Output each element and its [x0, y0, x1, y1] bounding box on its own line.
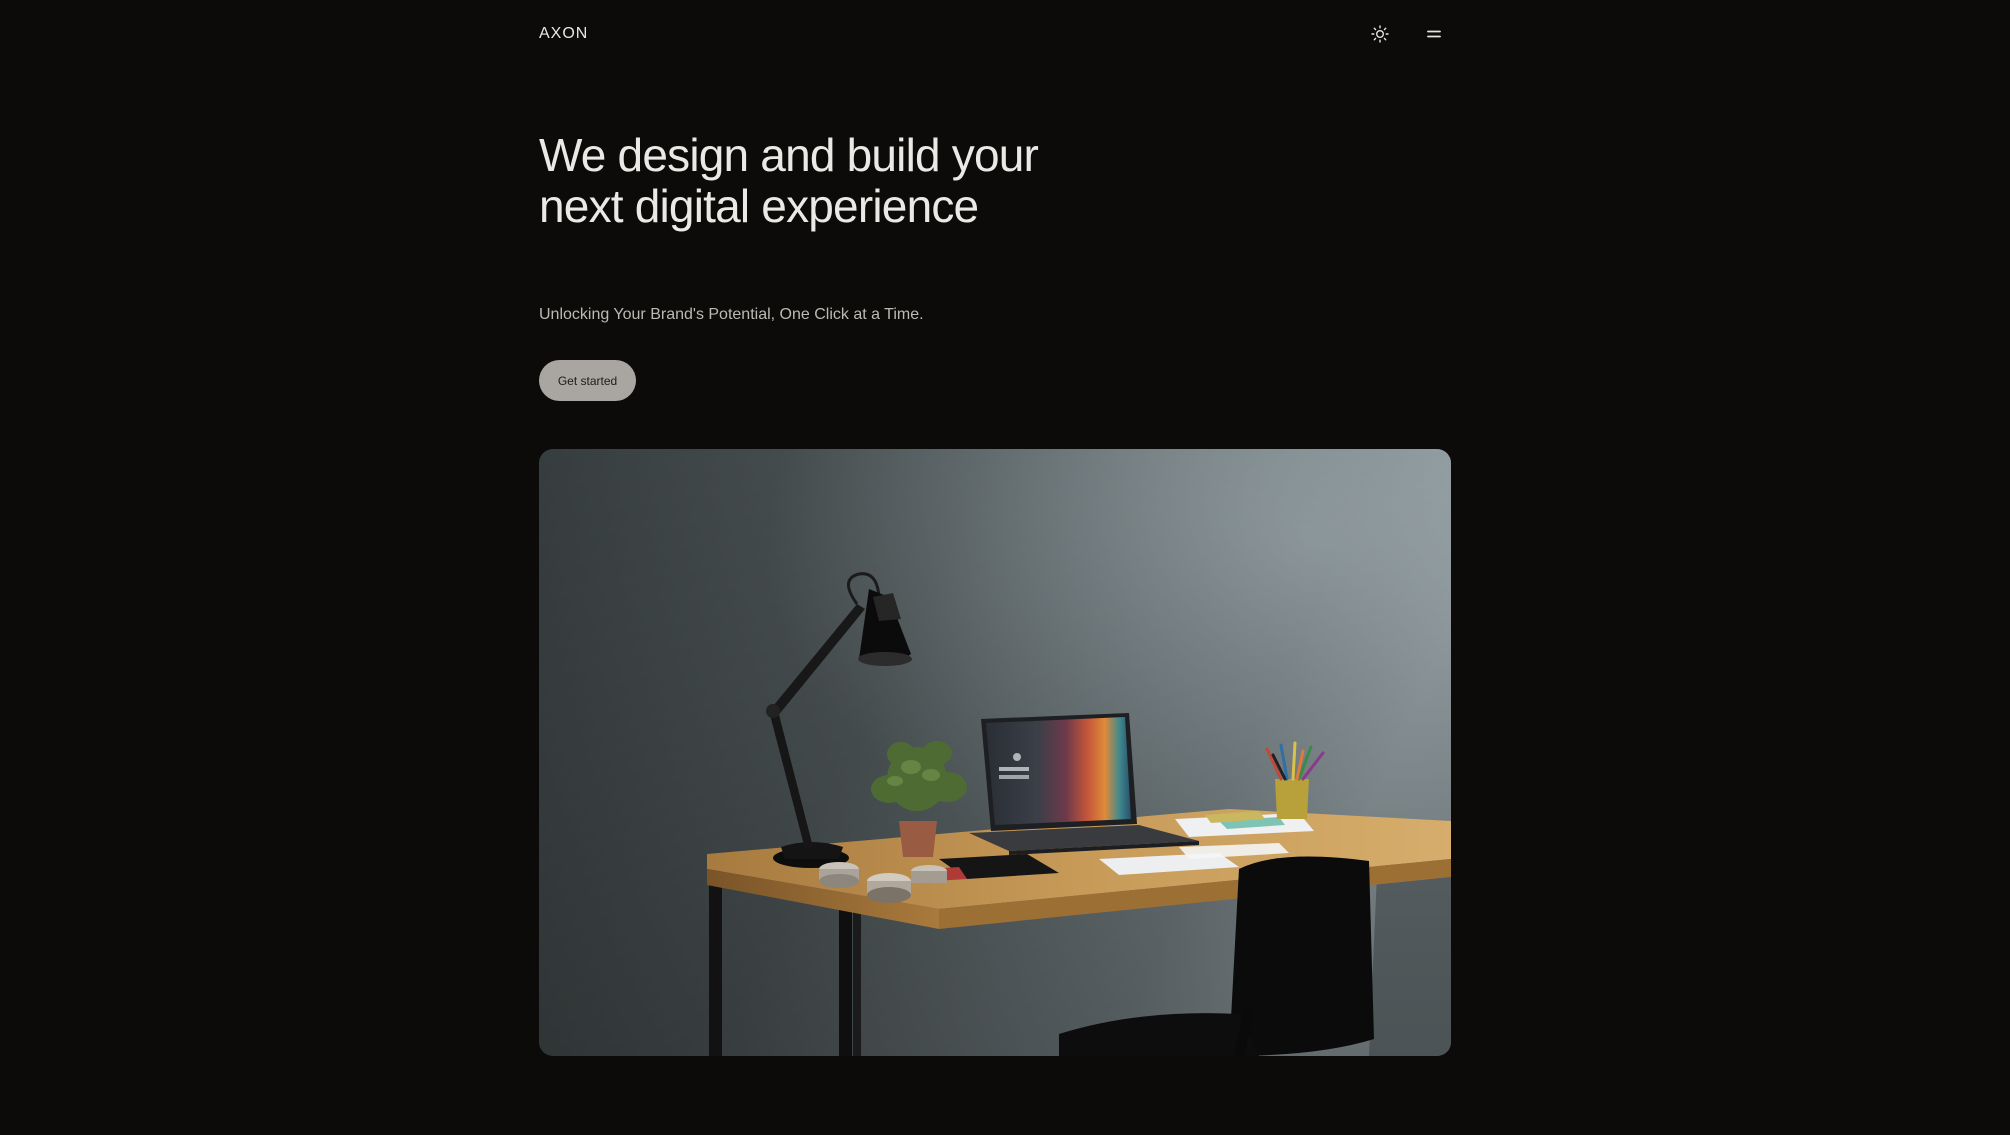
hero-image	[539, 449, 1451, 1056]
logo[interactable]: AXON	[539, 25, 588, 43]
menu-icon[interactable]	[1423, 23, 1445, 45]
desk-workspace-photo	[539, 449, 1451, 1056]
hero-title: We design and build your next digital ex…	[539, 129, 1039, 232]
sun-icon[interactable]	[1369, 23, 1391, 45]
logo-text: AXON	[539, 25, 589, 42]
header-actions	[1369, 23, 1445, 45]
site-header: AXON	[539, 20, 1451, 48]
page: AXON We design and build your next digit…	[0, 0, 2010, 1135]
hero-subtitle: Unlocking Your Brand's Potential, One Cl…	[539, 306, 924, 323]
get-started-button[interactable]: Get started	[539, 360, 636, 401]
